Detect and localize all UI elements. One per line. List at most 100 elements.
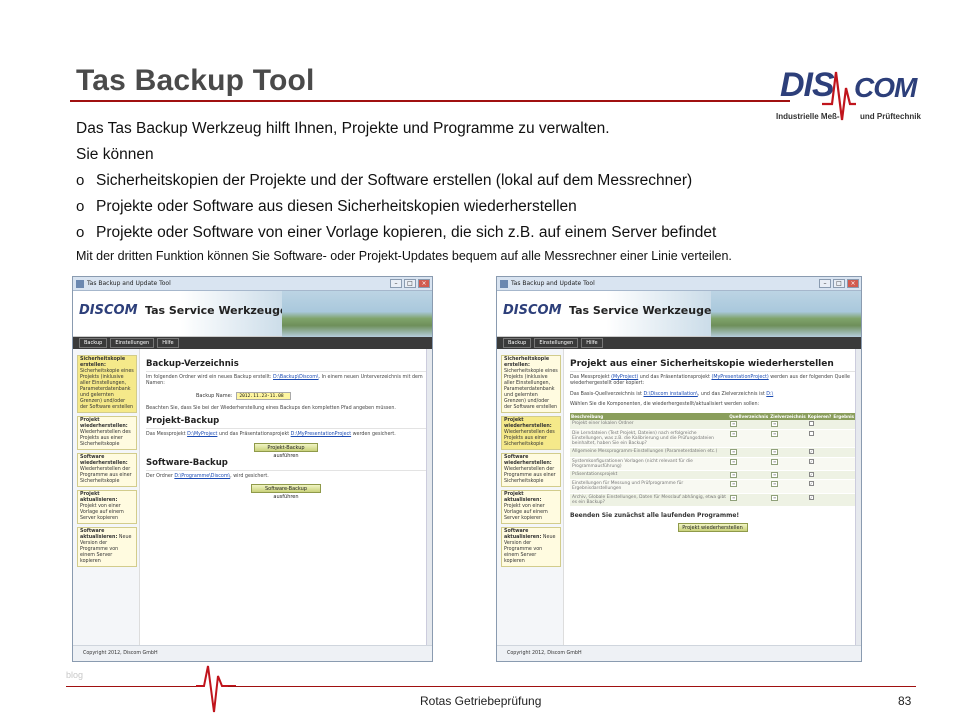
- warning-text: Beenden Sie zunächst alle laufenden Prog…: [570, 512, 740, 520]
- sidebar-item-restore-software[interactable]: Software wiederherstellen: Wiederherstel…: [501, 453, 561, 487]
- sidebar: Sicherheitskopie erstellen: Sicherheitsk…: [73, 349, 139, 645]
- sidebar: Sicherheitskopie erstellen: Sicherheitsk…: [497, 349, 563, 645]
- sidebar-item-update-project[interactable]: Projekt aktualisieren: Projekt von einer…: [501, 490, 561, 524]
- row-description: Projekt einer lokalen Ordner: [570, 419, 729, 430]
- title-divider: [70, 100, 790, 102]
- folder-icon[interactable]: ≡: [730, 494, 738, 501]
- maximize-icon[interactable]: □: [833, 279, 845, 288]
- backup-name-label: Backup Name:: [196, 392, 233, 399]
- col-target: Zielverzeichnis: [769, 412, 807, 420]
- folder-icon[interactable]: ≡: [771, 420, 779, 427]
- app-logo: DISCOM: [503, 303, 562, 318]
- col-copy: Kopieren?: [806, 412, 833, 420]
- window-titlebar: Tas Backup and Update Tool – □ ×: [497, 277, 861, 291]
- col-result: Ergebnis: [832, 412, 855, 420]
- menu-bar: Backup Einstellungen Hilfe: [73, 337, 432, 349]
- folder-icon[interactable]: ≡: [771, 449, 779, 456]
- source-dir-link[interactable]: D:\Discom installation\: [643, 392, 697, 397]
- sidebar-item-update-project[interactable]: Projekt aktualisieren: Projekt von einer…: [77, 490, 137, 524]
- folder-icon[interactable]: ≡: [771, 458, 779, 465]
- copy-checkbox[interactable]: ✓: [808, 481, 814, 487]
- main-panel: Backup-Verzeichnis Im folgenden Ordner w…: [139, 349, 432, 645]
- copy-checkbox[interactable]: [808, 420, 814, 426]
- row-description: Archiv, Globale Einstellungen, Daten für…: [570, 493, 729, 508]
- copy-checkbox[interactable]: ✓: [808, 494, 814, 500]
- copy-checkbox[interactable]: ✓: [808, 472, 814, 478]
- window-titlebar: Tas Backup and Update Tool – □ ×: [73, 277, 432, 291]
- table-row: Einstellungen für Messung und Prüfprogra…: [570, 479, 855, 494]
- app-header: DISCOM Tas Service Werkzeuge: [73, 291, 432, 337]
- folder-icon[interactable]: ≡: [771, 472, 779, 479]
- screenshot-restore: Tas Backup and Update Tool – □ × DISCOM …: [496, 276, 862, 662]
- col-source: Quellverzeichnis: [728, 412, 770, 420]
- sidebar-item-restore-software[interactable]: Software wiederherstellen: Wiederherstel…: [77, 453, 137, 487]
- backup-dir-link[interactable]: D:\Backup\Discom\: [273, 375, 319, 380]
- run-software-backup-button[interactable]: Software-Backup ausführen: [251, 484, 321, 500]
- bullet-marker: o: [76, 198, 85, 215]
- target-dir-link[interactable]: D:\: [766, 392, 773, 397]
- folder-icon[interactable]: ≡: [771, 494, 779, 501]
- backup-name-input[interactable]: 2012.11.23-11.08: [236, 391, 292, 400]
- menu-item-backup[interactable]: Backup: [79, 338, 108, 348]
- minimize-icon[interactable]: –: [390, 279, 402, 288]
- menu-item-help[interactable]: Hilfe: [157, 338, 179, 348]
- restore-project-button[interactable]: Projekt wiederherstellen: [677, 523, 748, 533]
- project-link[interactable]: (MyProject): [611, 375, 638, 380]
- bullet-marker: o: [76, 224, 85, 241]
- folder-icon[interactable]: ≡: [730, 420, 738, 427]
- folder-icon[interactable]: ≡: [730, 481, 738, 488]
- sidebar-item-restore-project[interactable]: Projekt wiederherstellen: Wiederherstell…: [501, 416, 561, 450]
- app-copyright: Copyright 2012, Discom GmbH: [497, 645, 861, 661]
- sub-heading: Sie können: [76, 146, 154, 163]
- page-number: 83: [898, 694, 912, 708]
- copy-checkbox[interactable]: ✓: [808, 458, 814, 464]
- menu-item-settings[interactable]: Einstellungen: [110, 338, 155, 348]
- source-dir-text: Das Basis-Quellverzeichnis ist D:\Discom…: [570, 391, 774, 397]
- copy-checkbox[interactable]: [808, 430, 814, 436]
- sidebar-item-update-software[interactable]: Software aktualisieren: Neue Version der…: [77, 527, 137, 567]
- sidebar-item-create-backup[interactable]: Sicherheitskopie erstellen: Sicherheitsk…: [77, 355, 137, 413]
- maximize-icon[interactable]: □: [404, 279, 416, 288]
- folder-icon[interactable]: ≡: [771, 481, 779, 488]
- footer-title: Rotas Getriebeprüfung: [420, 694, 542, 708]
- row-description: Allgemeine Messprogramm-Einstellungen (P…: [570, 447, 729, 458]
- copy-checkbox[interactable]: ✓: [808, 449, 814, 455]
- app-header: DISCOM Tas Service Werkzeuge: [497, 291, 861, 337]
- row-description: Einstellungen für Messung und Prüfprogra…: [570, 479, 729, 494]
- menu-item-settings[interactable]: Einstellungen: [534, 338, 579, 348]
- software-backup-text: Der Ordner D:\Programme\Discom\, wird ge…: [146, 473, 269, 479]
- landscape-image: [711, 291, 861, 337]
- bullet-text: Projekte oder Software von einer Vorlage…: [96, 224, 717, 241]
- sidebar-item-restore-project[interactable]: Projekt wiederherstellen: Wiederherstell…: [77, 416, 137, 450]
- scrollbar[interactable]: [855, 349, 861, 645]
- bullet-item: o Projekte oder Software von einer Vorla…: [76, 220, 916, 246]
- presentation-project-link[interactable]: (MyPresentationProject): [711, 375, 768, 380]
- close-icon[interactable]: ×: [418, 279, 430, 288]
- app-icon: [76, 280, 84, 288]
- folder-icon[interactable]: ≡: [730, 449, 738, 456]
- presentation-project-link[interactable]: D:\MyPresentationProject: [291, 432, 351, 437]
- scrollbar[interactable]: [426, 349, 432, 645]
- run-project-backup-button[interactable]: Projekt-Backup ausführen: [254, 442, 318, 459]
- table-row: Präsentationsprojekt ≡ ≡ ✓: [570, 470, 855, 481]
- software-dir-link[interactable]: D:\Programme\Discom\: [174, 474, 230, 479]
- menu-item-help[interactable]: Hilfe: [581, 338, 603, 348]
- menu-item-backup[interactable]: Backup: [503, 338, 532, 348]
- sidebar-item-create-backup[interactable]: Sicherheitskopie erstellen: Sicherheitsk…: [501, 355, 561, 413]
- folder-icon[interactable]: ≡: [730, 458, 738, 465]
- app-logo: DISCOM: [79, 303, 138, 318]
- project-link[interactable]: D:\MyProject: [187, 432, 217, 437]
- sidebar-item-update-software[interactable]: Software aktualisieren: Neue Version der…: [501, 527, 561, 567]
- folder-icon[interactable]: ≡: [730, 472, 738, 479]
- backup-dir-text: Im folgenden Ordner wird ein neues Backu…: [146, 375, 423, 387]
- backup-dir-heading: Backup-Verzeichnis: [146, 359, 426, 372]
- table-row: Systemkonfigurationen Vorlagen (nicht re…: [570, 457, 855, 472]
- row-description: Präsentationsprojekt: [570, 470, 729, 481]
- bullet-text: Sicherheitskopien der Projekte und der S…: [96, 172, 693, 189]
- minimize-icon[interactable]: –: [819, 279, 831, 288]
- close-icon[interactable]: ×: [847, 279, 859, 288]
- table-row: Projekt einer lokalen Ordner ≡ ≡: [570, 419, 855, 430]
- folder-icon[interactable]: ≡: [771, 430, 779, 437]
- project-backup-heading: Projekt-Backup: [146, 416, 426, 430]
- folder-icon[interactable]: ≡: [730, 430, 738, 437]
